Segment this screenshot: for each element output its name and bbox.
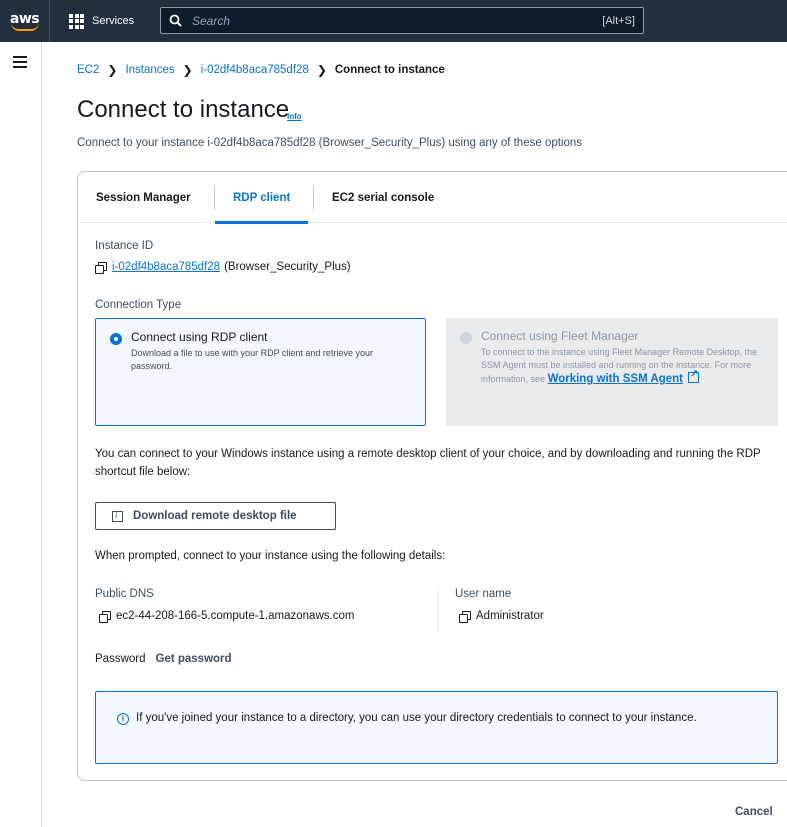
breadcrumb: EC2 ❯ Instances ❯ i-02df4b8aca785df28 ❯ … [77, 63, 445, 77]
chevron-right-icon: ❯ [316, 63, 327, 77]
column-divider [438, 587, 439, 631]
connection-type-label: Connection Type [95, 299, 182, 311]
chevron-right-icon: ❯ [182, 63, 193, 77]
connect-panel: Session Manager RDP client EC2 serial co… [77, 171, 787, 781]
copy-icon[interactable] [95, 261, 107, 274]
rdp-client-option[interactable]: Connect using RDP client Download a file… [95, 318, 426, 426]
fleet-manager-option-title: Connect using Fleet Manager [481, 329, 639, 343]
info-icon: i [117, 713, 129, 725]
services-label: Services [92, 15, 135, 27]
page-description: Connect to your instance i-02df4b8aca785… [77, 137, 583, 149]
instance-name: (Browser_Security_Plus) [224, 261, 351, 273]
rdp-option-description: Download a file to use with your RDP cli… [131, 348, 373, 371]
search-box[interactable]: [Alt+S] [160, 7, 644, 34]
tab-session-manager[interactable]: Session Manager [78, 172, 209, 223]
get-password-link[interactable]: Get password [156, 653, 232, 665]
info-alert: i If you've joined your instance to a di… [95, 691, 778, 764]
instance-id-row: i-02df4b8aca785df28 (Browser_Security_Pl… [95, 261, 351, 274]
top-navigation: aws Services [Alt+S] [0, 0, 787, 42]
fleet-manager-option-description: To connect to the instance using Fleet M… [481, 346, 771, 386]
copy-icon[interactable] [99, 610, 111, 623]
alert-text: If you've joined your instance to a dire… [136, 712, 697, 724]
grid-icon [69, 13, 84, 29]
copy-icon[interactable] [459, 610, 471, 623]
services-button[interactable]: Services [65, 8, 142, 34]
download-remote-desktop-file-button[interactable]: Download remote desktop file [95, 502, 336, 530]
rdp-option-title: Connect using RDP client [131, 330, 268, 344]
download-icon [112, 509, 123, 522]
breadcrumb-instances[interactable]: Instances [125, 64, 174, 76]
public-dns-label: Public DNS [95, 588, 154, 600]
radio-disabled [460, 332, 472, 344]
username-row: Administrator [459, 610, 544, 623]
tab-bar: Session Manager RDP client EC2 serial co… [78, 172, 787, 224]
download-button-label: Download remote desktop file [133, 510, 297, 522]
menu-icon[interactable] [13, 56, 27, 68]
cancel-button[interactable]: Cancel [735, 806, 773, 818]
search-icon [169, 14, 182, 27]
search-shortcut: [Alt+S] [602, 14, 635, 27]
tab-rdp-client[interactable]: RDP client [215, 172, 309, 224]
aws-logo[interactable]: aws [0, 0, 50, 42]
breadcrumb-ec2[interactable]: EC2 [77, 64, 99, 76]
page-title: Connect to instance [77, 96, 290, 123]
breadcrumb-instance-id[interactable]: i-02df4b8aca785df28 [201, 64, 309, 76]
search-input[interactable] [192, 13, 603, 28]
info-link[interactable]: Info [287, 112, 302, 121]
breadcrumb-current: Connect to instance [334, 64, 445, 76]
fleet-manager-option: Connect using Fleet Manager To connect t… [446, 318, 778, 426]
working-with-ssm-agent-link[interactable]: Working with SSM Agent [547, 368, 700, 385]
rdp-intro-text: You can connect to your Windows instance… [95, 448, 761, 478]
public-dns-row: ec2-44-208-166-5.compute-1.amazonaws.com [99, 610, 355, 623]
username-label: User name [455, 588, 512, 600]
radio-selected[interactable] [110, 333, 122, 345]
instance-id-label: Instance ID [95, 240, 154, 252]
aws-smile-icon [10, 23, 39, 31]
external-link-icon [688, 368, 700, 383]
password-row: Password Get password [95, 653, 232, 665]
username-value: Administrator [476, 610, 544, 622]
instance-id-link[interactable]: i-02df4b8aca785df28 [112, 261, 220, 273]
tab-ec2-serial-console[interactable]: EC2 serial console [314, 172, 452, 223]
chevron-right-icon: ❯ [107, 63, 118, 77]
password-label: Password [95, 653, 146, 665]
public-dns-value: ec2-44-208-166-5.compute-1.amazonaws.com [116, 610, 355, 622]
left-rail [0, 42, 42, 827]
prompt-text: When prompted, connect to your instance … [95, 550, 446, 562]
ssm-link-text: Working with SSM Agent [547, 373, 684, 385]
